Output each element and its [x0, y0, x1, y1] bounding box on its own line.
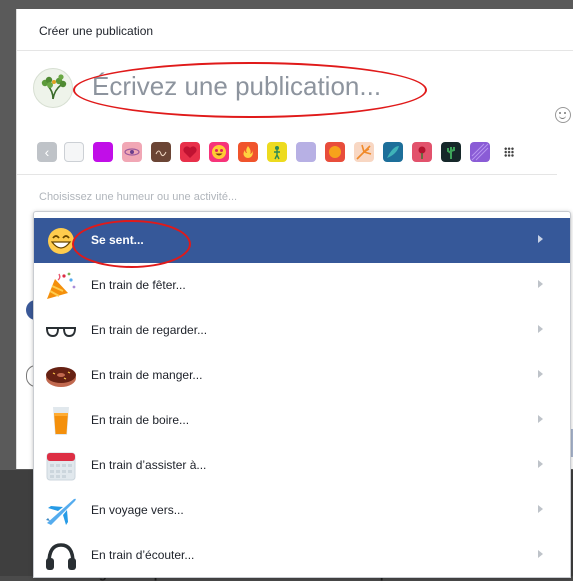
- menu-item-label: En train de regarder...: [91, 323, 208, 337]
- background-swatch-calligraphy[interactable]: [151, 142, 171, 162]
- cactus-icon: [447, 147, 455, 159]
- menu-item-label: Se sent...: [91, 233, 144, 247]
- donut-icon: [46, 367, 76, 387]
- menu-item-label: En train de fêter...: [91, 278, 186, 292]
- avatar[interactable]: [33, 68, 73, 108]
- clover-avatar-icon: [41, 74, 67, 100]
- headphones-icon: [46, 543, 76, 570]
- background-swatch-purple[interactable]: [93, 142, 113, 162]
- background-swatch-violet[interactable]: [470, 142, 490, 162]
- more-backgrounds-button[interactable]: [499, 142, 519, 162]
- figure-icon: [274, 146, 280, 160]
- juice-glass-icon: [53, 407, 69, 435]
- background-swatch-eye[interactable]: [122, 142, 142, 162]
- menu-item-label: En train de manger...: [91, 368, 203, 382]
- background-swatch-lavender[interactable]: [296, 142, 316, 162]
- fire-icon: [243, 146, 253, 158]
- background-swatch-orange[interactable]: [325, 142, 345, 162]
- chevron-right-icon: [538, 415, 543, 423]
- menu-item-label: En voyage vers...: [91, 503, 184, 517]
- stripes-icon: [471, 143, 489, 161]
- chevron-right-icon: [538, 280, 543, 288]
- post-text-input[interactable]: Écrivez une publication...: [92, 71, 381, 102]
- orange-fruit-icon: [329, 146, 341, 158]
- leaves-icon: [387, 146, 399, 158]
- menu-item-label: En train d’assister à...: [91, 458, 207, 472]
- background-swatch-plain[interactable]: [64, 142, 84, 162]
- feeling-emoji-icon: [48, 228, 74, 254]
- menu-item-watching[interactable]: En train de regarder...: [34, 308, 570, 353]
- chevron-right-icon: [538, 370, 543, 378]
- chevron-right-icon: [538, 550, 543, 558]
- heart-icon: [183, 146, 197, 158]
- palm-leaf-icon: [356, 144, 372, 160]
- airplane-icon: [46, 498, 76, 525]
- emoji-picker-icon[interactable]: [555, 107, 571, 123]
- mood-activity-hint[interactable]: Choisissez une humeur ou une activité...: [39, 191, 237, 203]
- background-swatch-rose[interactable]: [412, 142, 432, 162]
- menu-item-eating[interactable]: En train de manger...: [34, 353, 570, 398]
- background-swatch-figure[interactable]: [267, 142, 287, 162]
- dialog-header: Créer une publication: [17, 9, 573, 51]
- background-swatch-fire[interactable]: [238, 142, 258, 162]
- chevron-right-icon: [538, 460, 543, 468]
- menu-item-feeling[interactable]: Se sent...: [34, 218, 570, 263]
- background-swatch-heart[interactable]: [180, 142, 200, 162]
- chevron-right-icon: [538, 325, 543, 333]
- dialog-title: Créer une publication: [39, 24, 154, 38]
- menu-item-attending[interactable]: En train d’assister à...: [34, 443, 570, 488]
- chevron-right-icon: [538, 505, 543, 513]
- menu-item-listening[interactable]: En train d’écouter...: [34, 533, 570, 577]
- party-popper-icon: [47, 272, 76, 299]
- menu-item-traveling[interactable]: En voyage vers...: [34, 488, 570, 533]
- calendar-icon: [46, 452, 76, 481]
- background-swatch-palm[interactable]: [354, 142, 374, 162]
- glasses-icon: [46, 327, 76, 337]
- divider: [17, 174, 557, 175]
- background-swatch-cactus[interactable]: [441, 142, 461, 162]
- chevron-right-icon: [538, 235, 543, 243]
- calligraphy-icon: [155, 150, 167, 157]
- menu-item-celebrating[interactable]: En train de fêter...: [34, 263, 570, 308]
- eye-icon: [124, 148, 140, 156]
- activity-dropdown: Se sent... En train de fêter... En train…: [33, 211, 571, 578]
- menu-item-label: En train de boire...: [91, 413, 190, 427]
- menu-item-label: En train d’écouter...: [91, 548, 195, 562]
- back-arrow-icon[interactable]: ‹: [37, 142, 57, 162]
- heart-eyes-emoji-icon: [212, 145, 226, 159]
- rose-icon: [418, 146, 426, 159]
- background-swatch-heart-eyes[interactable]: [209, 142, 229, 162]
- grid-icon: [504, 147, 514, 157]
- menu-item-drinking[interactable]: En train de boire...: [34, 398, 570, 443]
- background-swatch-blue-leaves[interactable]: [383, 142, 403, 162]
